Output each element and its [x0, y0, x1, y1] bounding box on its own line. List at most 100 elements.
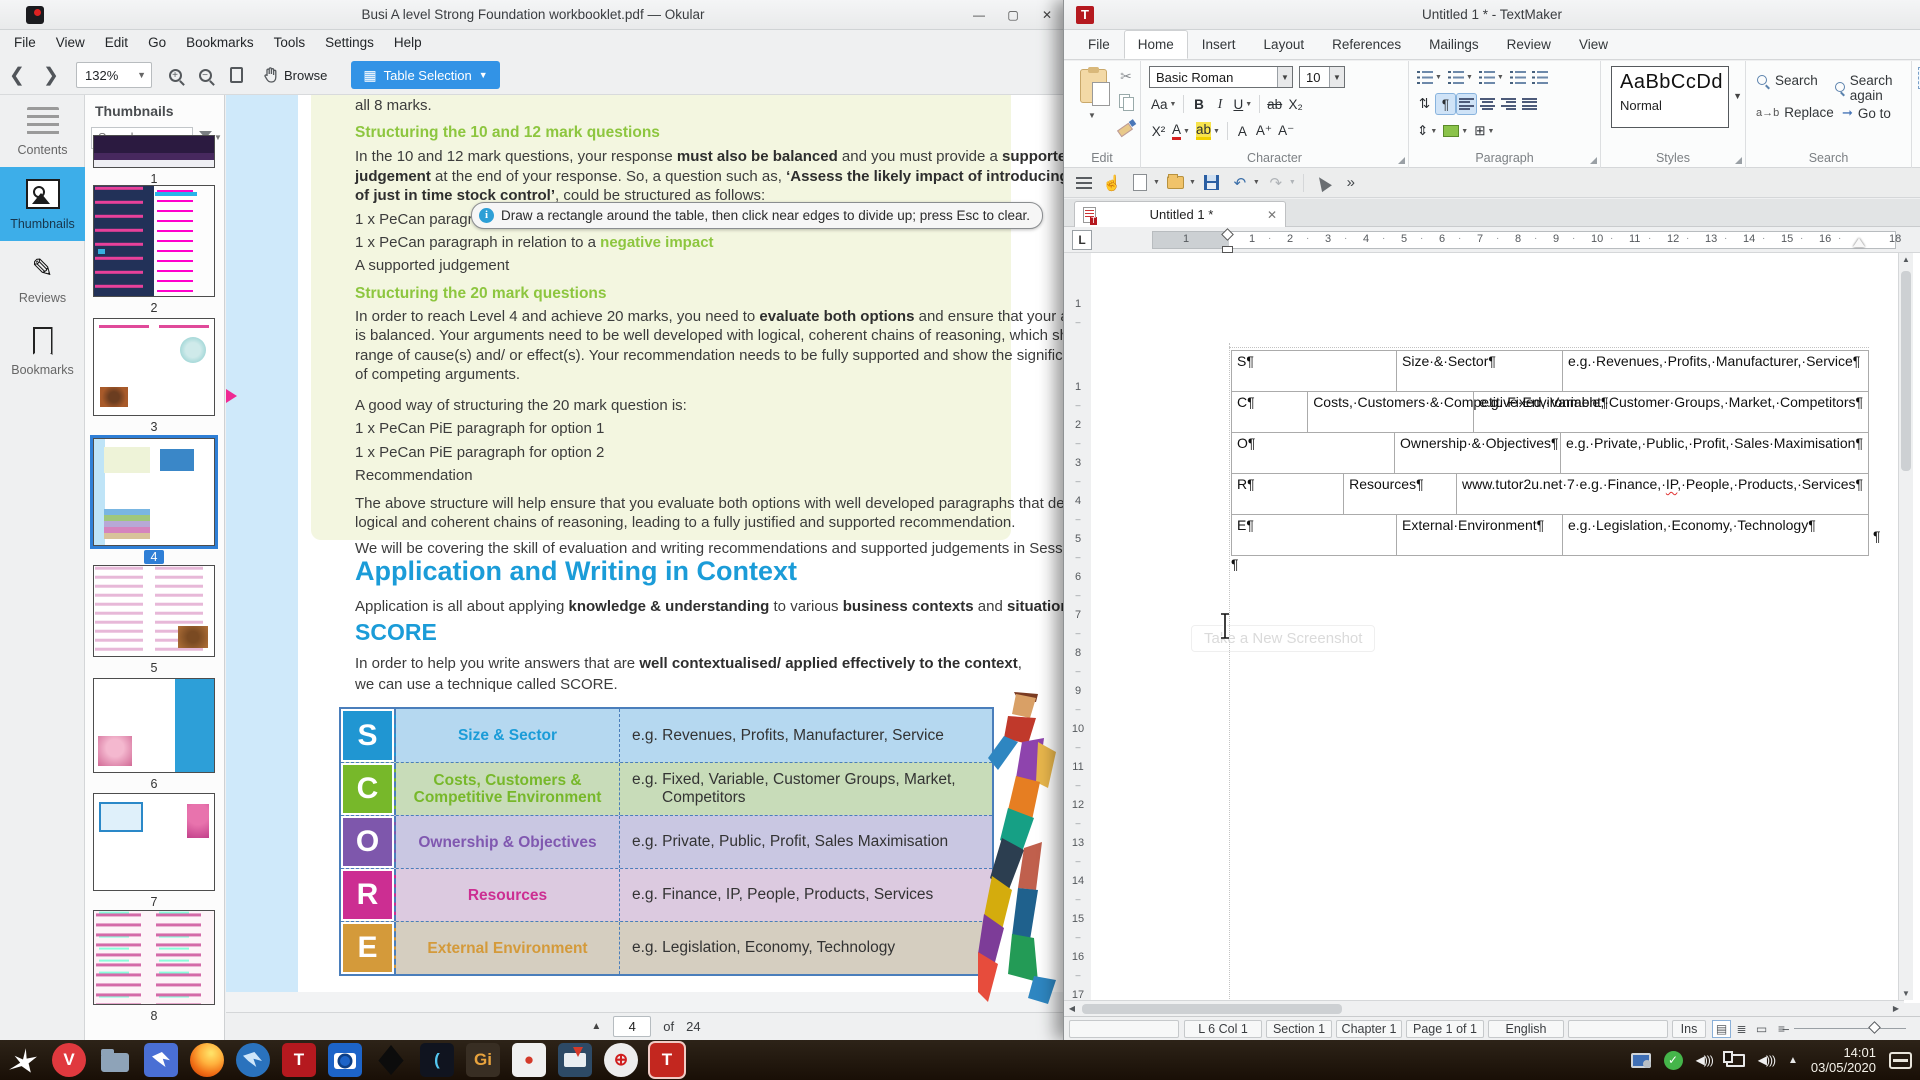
touch-mode-icon[interactable]: ☝: [1100, 171, 1124, 195]
menu-tools[interactable]: Tools: [264, 30, 316, 56]
align-justify-icon[interactable]: [1520, 94, 1539, 114]
screenshot-tool[interactable]: ⊕: [604, 1043, 638, 1077]
menu-edit[interactable]: Edit: [95, 30, 138, 56]
scroll-down-icon[interactable]: ▼: [1899, 989, 1913, 998]
search-button[interactable]: Search: [1756, 73, 1818, 88]
char-ab-icon[interactable]: ab▼: [1194, 121, 1222, 141]
toolbar-overflow-icon[interactable]: »: [1339, 171, 1363, 195]
char-A⁻-icon[interactable]: A⁻: [1276, 121, 1296, 141]
decrease-indent-icon[interactable]: [1530, 67, 1550, 87]
table-cell[interactable]: O¶: [1232, 433, 1395, 473]
char-X₂-icon[interactable]: X₂: [1286, 94, 1305, 114]
tab-review[interactable]: Review: [1493, 30, 1565, 59]
display-settings-icon[interactable]: [1631, 1053, 1651, 1068]
kdenlive[interactable]: [558, 1043, 592, 1077]
menu-go[interactable]: Go: [138, 30, 176, 56]
cut-icon[interactable]: ✂: [1116, 67, 1136, 85]
align-right-icon[interactable]: [1499, 94, 1518, 114]
table-cell[interactable]: C¶: [1232, 392, 1308, 432]
redo-icon[interactable]: ↷: [1264, 171, 1288, 195]
textmaker-active[interactable]: T: [650, 1043, 684, 1077]
menu-icon[interactable]: [1072, 171, 1096, 195]
textmaker[interactable]: T: [282, 1043, 316, 1077]
tray-drawer-icon[interactable]: [1889, 1052, 1912, 1069]
tab-layout[interactable]: Layout: [1250, 30, 1319, 59]
format-painter-icon[interactable]: [1116, 117, 1136, 135]
network-icon[interactable]: [1726, 1054, 1745, 1067]
object-mode-icon[interactable]: [1311, 171, 1335, 195]
indent-box-marker[interactable]: [1222, 246, 1233, 253]
sidebar-tab-reviews[interactable]: ✎Reviews: [0, 241, 85, 315]
close-document-icon[interactable]: ✕: [1267, 208, 1277, 222]
inkscape[interactable]: [374, 1043, 408, 1077]
formatting-marks-icon[interactable]: ¶: [1436, 94, 1455, 114]
trim-view-icon[interactable]: [230, 67, 243, 83]
table-cell[interactable]: e.g.·Fixed,·Variable,·Customer·Groups,·M…: [1474, 392, 1868, 432]
paragraph-dialog-launcher[interactable]: [1590, 157, 1597, 164]
sidebar-tab-contents[interactable]: Contents: [0, 95, 85, 167]
increase-indent-icon[interactable]: [1508, 67, 1528, 87]
volume-icon[interactable]: ◀))): [1696, 1053, 1713, 1067]
okular-titlebar[interactable]: Busi A level Strong Foundation workbookl…: [0, 0, 1066, 30]
undo-icon[interactable]: ↶: [1228, 171, 1252, 195]
char-A⁺-icon[interactable]: A⁺: [1254, 121, 1274, 141]
menu-settings[interactable]: Settings: [315, 30, 384, 56]
close-icon[interactable]: ✕: [1038, 8, 1056, 22]
search-again-button[interactable]: Search again: [1834, 73, 1911, 103]
horizontal-ruler[interactable]: L 11·2·3·4·5·6·7·8·9·10·11·12·13·14·15·1…: [1064, 227, 1920, 253]
view-continuous-icon[interactable]: ≣: [1732, 1020, 1751, 1038]
video-app[interactable]: (: [420, 1043, 454, 1077]
table-cell[interactable]: Size·&·Sector¶: [1397, 351, 1563, 391]
replace-button[interactable]: a→bReplace: [1756, 105, 1834, 120]
view-page-icon[interactable]: ▭: [1752, 1020, 1771, 1038]
align-center-icon[interactable]: [1478, 94, 1497, 114]
goto-button[interactable]: ➞Go to: [1842, 105, 1891, 121]
table-cell[interactable]: External·Environment¶: [1397, 515, 1563, 555]
table-cell[interactable]: E¶: [1232, 515, 1397, 555]
vertical-ruler[interactable]: 1–1–2–3–4–5–6–7–8–9–10–11–12–13–14–15–16…: [1067, 253, 1091, 1003]
thumbnail-page-6[interactable]: [93, 678, 215, 773]
right-indent-marker[interactable]: [1853, 238, 1865, 247]
char-A-icon[interactable]: A▼: [1170, 121, 1192, 141]
forward-icon[interactable]: ❯: [34, 64, 68, 87]
menu-bookmarks[interactable]: Bookmarks: [176, 30, 264, 56]
camera-app[interactable]: [328, 1043, 362, 1077]
document-page[interactable]: S¶Size·&·Sector¶e.g.·Revenues,·Profits,·…: [1091, 253, 1920, 1003]
zoom-out-icon[interactable]: −: [190, 61, 220, 89]
thumbnail-page-1[interactable]: [93, 135, 215, 168]
document-tab[interactable]: Untitled 1 * ✕: [1074, 201, 1286, 227]
outline-list-icon[interactable]: ▼: [1477, 67, 1506, 87]
tab-insert[interactable]: Insert: [1188, 30, 1250, 59]
vertical-scrollbar[interactable]: ▲ ▼: [1898, 253, 1913, 1000]
sidebar-tab-bookmarks[interactable]: Bookmarks: [0, 315, 85, 387]
horizontal-scrollbar[interactable]: ◀ ▶: [1064, 1000, 1904, 1016]
table-cell[interactable]: www.tutor2u.net·7·e.g.·Finance,·IP,·Peop…: [1457, 474, 1868, 514]
styles-dropdown-icon[interactable]: ▼: [1733, 91, 1742, 101]
thunderbird-mail[interactable]: [236, 1043, 270, 1077]
thumbnail-page-7[interactable]: [93, 793, 215, 891]
view-outline-icon[interactable]: ≡: [1772, 1020, 1791, 1038]
scroll-right-icon[interactable]: ▶: [1888, 1002, 1904, 1016]
table-cell[interactable]: R¶: [1232, 474, 1344, 514]
audio-device-icon[interactable]: ◀))): [1758, 1053, 1775, 1067]
numbered-list-icon[interactable]: ▼: [1446, 67, 1475, 87]
new-document-icon[interactable]: [1128, 171, 1152, 195]
textmaker-titlebar[interactable]: T Untitled 1 * - TextMaker: [1064, 0, 1920, 30]
sort-icon[interactable]: ⇅: [1415, 94, 1434, 114]
firefox-browser[interactable]: [190, 1043, 224, 1077]
table-cell[interactable]: S¶: [1232, 351, 1397, 391]
tab-references[interactable]: References: [1318, 30, 1415, 59]
insert-mode[interactable]: Ins: [1672, 1020, 1706, 1038]
media-player[interactable]: ●: [512, 1043, 546, 1077]
zoom-slider-track[interactable]: [1794, 1028, 1906, 1029]
table-selection-button[interactable]: ▦ Table Selection ▼: [351, 61, 499, 89]
open-document-icon[interactable]: [1164, 171, 1188, 195]
font-size-combo[interactable]: 10▼: [1299, 66, 1345, 88]
zoom-level-combo[interactable]: 132%▼: [76, 62, 152, 88]
file-manager[interactable]: [98, 1043, 132, 1077]
zoom-in-icon[interactable]: +: [160, 61, 190, 89]
sidebar-tab-thumbnails[interactable]: Thumbnails: [0, 167, 85, 241]
thumbnail-page-8[interactable]: [93, 910, 215, 1005]
launcher-dove[interactable]: [6, 1043, 40, 1077]
page-up-icon[interactable]: ▲: [591, 1021, 601, 1032]
